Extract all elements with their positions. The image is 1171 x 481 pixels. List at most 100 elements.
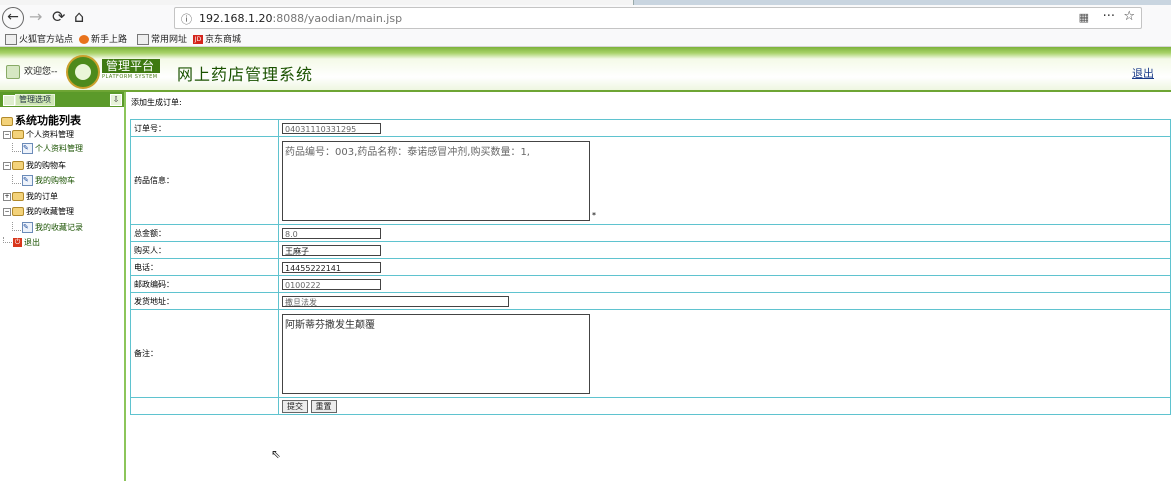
logo: 管理平台 PLATFORM SYSTEM — [102, 59, 160, 83]
logo-text: 管理平台 — [102, 59, 160, 73]
browser-navbar: ← → ⟳ ⌂ ⓘ 192.168.1.20:8088/yaodian/main… — [0, 5, 1171, 30]
total-cell: 8.0 — [278, 224, 1171, 242]
tree-root: 系统功能列表 — [1, 112, 81, 128]
zip-input[interactable]: 0100222 — [282, 278, 381, 290]
form-row-buyer: 购买人： 王麻子 — [130, 241, 1171, 259]
sidebar-item-exit[interactable]: ⏻ 退出 — [3, 237, 40, 248]
drug-info-label: 药品信息： — [130, 136, 279, 225]
sidebar: 管理选项 ⇩ 系统功能列表 − 个人资料管理 ✎ 个人资料管理 − 我的购物车 ✎ 我的… — [0, 92, 126, 481]
logout-link[interactable]: 退出 — [1132, 65, 1154, 81]
reset-button[interactable]: 重置 — [310, 399, 337, 413]
order-form: 订单号： 04031110331295 药品信息： 药品编号：003,药品名称：… — [130, 119, 1171, 415]
sidebar-item-profile-management[interactable]: − 个人资料管理 — [3, 129, 74, 140]
bookmark-star-icon[interactable]: ☆ — [1123, 9, 1135, 24]
sidebar-item-label: 我的购物车 — [35, 176, 75, 185]
buyer-cell: 王麻子 — [278, 241, 1171, 259]
sidebar-item-cart[interactable]: − 我的购物车 — [3, 160, 66, 171]
form-row-order-no: 订单号： 04031110331295 — [130, 119, 1171, 137]
sidebar-header: 管理选项 ⇩ — [0, 92, 124, 107]
sidebar-item-label: 我的收藏管理 — [26, 207, 74, 216]
address-cell: 撒旦法发 — [278, 292, 1171, 310]
collapse-tree-icon[interactable]: − — [3, 130, 11, 139]
drug-info-textarea[interactable]: 药品编号：003,药品名称：泰诺感冒冲剂,购买数量：1, — [282, 140, 590, 221]
form-row-actions: 提交 重置 — [130, 397, 1171, 415]
forward-icon[interactable]: → — [29, 7, 42, 27]
welcome-text: 欢迎您-- — [6, 64, 58, 79]
user-icon — [6, 64, 20, 79]
bookmark-firefox-site[interactable]: 火狐官方站点 — [5, 32, 73, 45]
collapse-tree-icon[interactable]: − — [3, 161, 11, 170]
sidebar-item-profile[interactable]: ✎ 个人资料管理 — [12, 143, 83, 154]
collapse-icon[interactable]: ⇩ — [110, 94, 122, 106]
bookmark-common-sites[interactable]: 常用网址 — [137, 32, 187, 45]
sidebar-item-label: 我的订单 — [26, 192, 58, 201]
sidebar-item-favorite-records[interactable]: ✎ 我的收藏记录 — [12, 222, 83, 233]
zip-cell: 0100222 — [278, 275, 1171, 293]
phone-cell: 14455222141 — [278, 258, 1171, 276]
folder-icon — [12, 161, 24, 170]
buyer-input[interactable]: 王麻子 — [282, 244, 381, 256]
sidebar-item-favorites[interactable]: − 我的收藏管理 — [3, 206, 74, 217]
sidebar-item-label: 我的购物车 — [26, 161, 66, 170]
order-no-label: 订单号： — [130, 119, 279, 137]
back-icon[interactable]: ← — [2, 7, 24, 29]
form-row-drug-info: 药品信息： 药品编号：003,药品名称：泰诺感冒冲剂,购买数量：1, * — [130, 136, 1171, 225]
logo-icon — [66, 55, 100, 89]
jd-icon: JD — [193, 35, 203, 44]
submit-button[interactable]: 提交 — [282, 399, 308, 413]
bookmarks-bar: 火狐官方站点 新手上路 常用网址 JD 京东商城 — [0, 30, 1171, 47]
more-icon[interactable]: ··· — [1103, 9, 1115, 24]
url-host: 192.168.1.20 — [199, 12, 273, 25]
page-title: 添加生成订单: — [131, 98, 182, 107]
phone-input[interactable]: 14455222141 — [282, 261, 381, 273]
folder-icon — [12, 192, 24, 201]
remark-label: 备注： — [130, 309, 279, 398]
url-path: :8088/yaodian/main.jsp — [272, 12, 403, 25]
qr-code-icon[interactable]: ▦ — [1079, 11, 1089, 24]
sidebar-item-label: 个人资料管理 — [35, 144, 83, 153]
remark-textarea[interactable]: 阿斯蒂芬撒发生颠覆 — [282, 313, 590, 394]
tree-root-label: 系统功能列表 — [15, 114, 81, 127]
form-row-phone: 电话： 14455222141 — [130, 258, 1171, 276]
mouse-cursor-icon: ⇖ — [271, 447, 282, 461]
sidebar-item-label: 个人资料管理 — [26, 130, 74, 139]
home-icon[interactable]: ⌂ — [74, 7, 84, 27]
welcome-label: 欢迎您-- — [24, 67, 58, 77]
folder-icon — [12, 207, 24, 216]
form-row-total: 总金额： 8.0 — [130, 224, 1171, 242]
edit-doc-icon: ✎ — [22, 143, 33, 154]
required-mark: * — [592, 210, 596, 220]
app-header: 欢迎您-- 管理平台 PLATFORM SYSTEM 网上药店管理系统 退出 — [0, 47, 1171, 92]
form-row-address: 发货地址： 撒旦法发 — [130, 292, 1171, 310]
edit-doc-icon: ✎ — [22, 175, 33, 186]
bookmark-jd-mall[interactable]: JD 京东商城 — [193, 32, 241, 45]
reload-icon[interactable]: ⟳ — [52, 7, 65, 27]
drug-info-cell: 药品编号：003,药品名称：泰诺感冒冲剂,购买数量：1, * — [278, 136, 1171, 225]
edit-doc-icon: ✎ — [22, 222, 33, 233]
folder-icon — [5, 34, 17, 45]
folder-icon — [12, 130, 24, 139]
info-icon[interactable]: ⓘ — [181, 11, 192, 27]
address-input[interactable]: 撒旦法发 — [282, 295, 509, 307]
sidebar-item-my-cart[interactable]: ✎ 我的购物车 — [12, 175, 75, 186]
expand-tree-icon[interactable]: + — [3, 192, 11, 201]
panel-icon — [3, 95, 15, 106]
bookmark-label: 新手上路 — [91, 35, 128, 45]
collapse-tree-icon[interactable]: − — [3, 207, 11, 216]
url-bar[interactable]: ⓘ 192.168.1.20:8088/yaodian/main.jsp ▦ ·… — [174, 7, 1142, 29]
folder-icon — [137, 34, 149, 45]
firefox-icon — [79, 35, 89, 44]
url-text[interactable]: 192.168.1.20:8088/yaodian/main.jsp — [199, 12, 402, 25]
sidebar-item-label: 我的收藏记录 — [35, 223, 83, 232]
bookmark-getting-started[interactable]: 新手上路 — [79, 32, 127, 45]
logo-subtext: PLATFORM SYSTEM — [102, 74, 158, 80]
buyer-label: 购买人： — [130, 241, 279, 259]
app-title: 网上药店管理系统 — [177, 65, 314, 84]
exit-icon: ⏻ — [13, 238, 22, 247]
bookmark-label: 火狐官方站点 — [19, 35, 74, 45]
sidebar-header-label: 管理选项 — [15, 94, 55, 106]
order-no-input[interactable]: 04031110331295 — [282, 122, 381, 134]
total-input[interactable]: 8.0 — [282, 227, 381, 239]
sidebar-item-orders[interactable]: + 我的订单 — [3, 191, 58, 202]
zip-label: 邮政编码： — [130, 275, 279, 293]
